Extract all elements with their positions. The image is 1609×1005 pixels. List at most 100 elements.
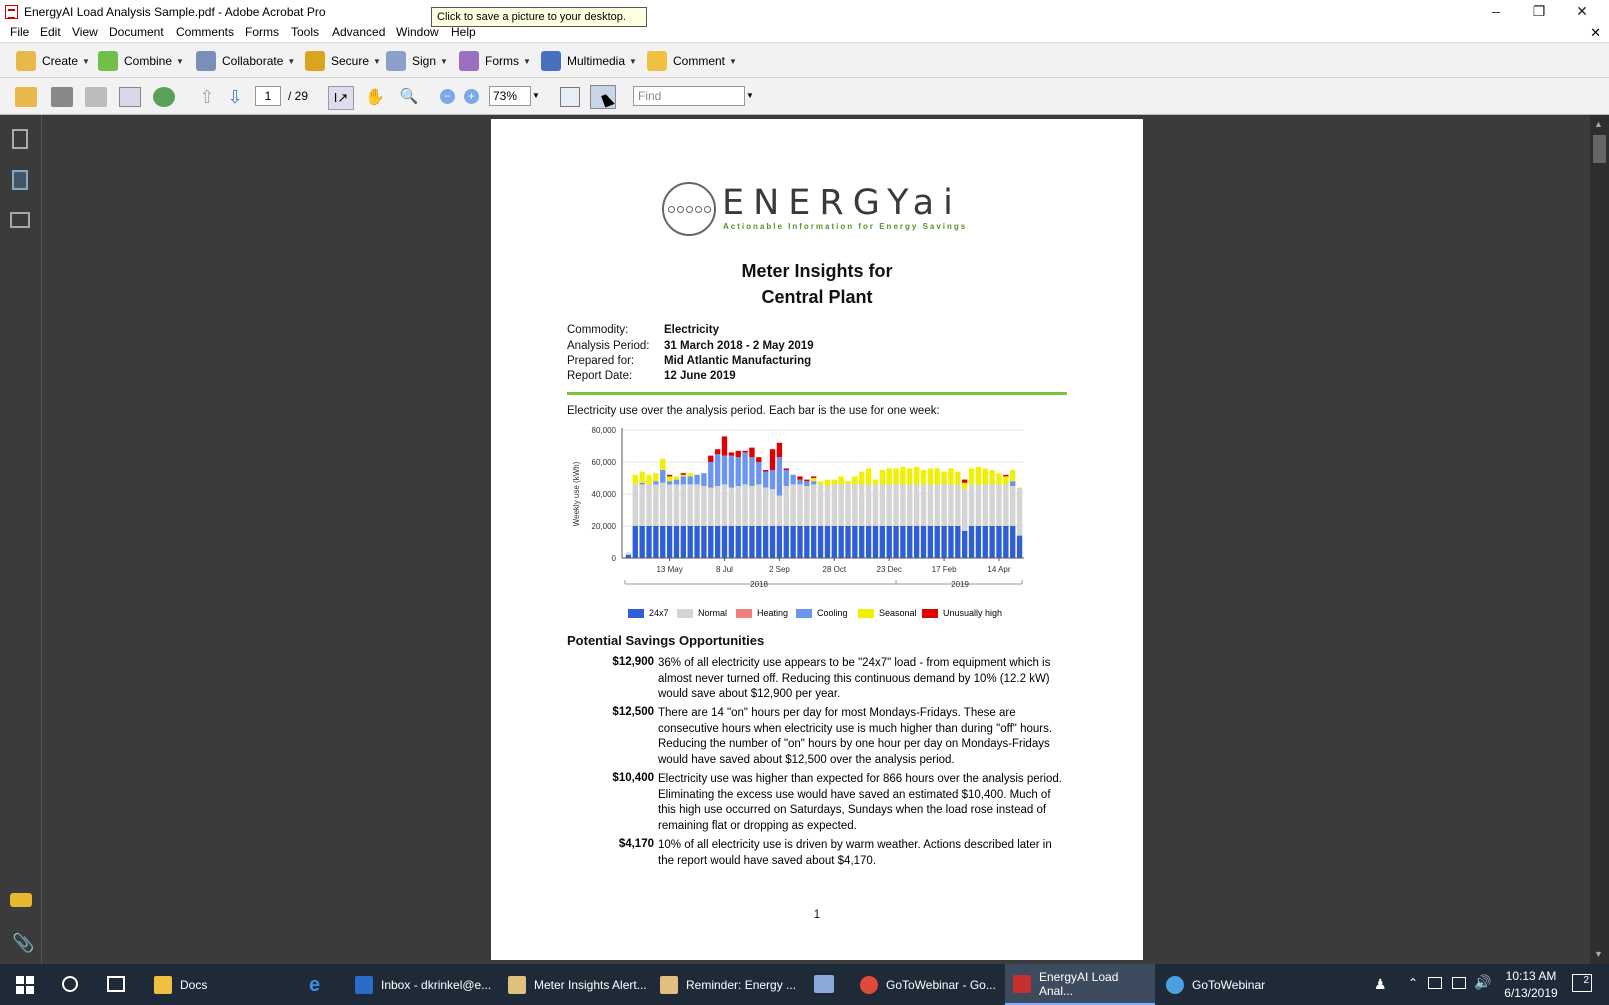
bar-24x7 xyxy=(982,526,988,558)
bar-normal xyxy=(920,484,927,526)
restore-button[interactable]: ❐ xyxy=(1524,3,1554,21)
taskbar-app-meter-insights[interactable]: Meter Insights Alert... xyxy=(500,964,650,1005)
comment-button[interactable]: Comment ▼ xyxy=(647,51,737,71)
print-icon[interactable] xyxy=(51,87,73,107)
bar-normal xyxy=(900,484,906,526)
menu-forms[interactable]: Forms xyxy=(245,25,279,39)
email-icon[interactable] xyxy=(119,87,141,107)
y-tick-label: 60,000 xyxy=(592,458,617,467)
menu-document[interactable]: Document xyxy=(109,25,164,39)
menu-help[interactable]: Help xyxy=(451,25,476,39)
bar-seasonal xyxy=(859,471,865,485)
open-folder-icon[interactable] xyxy=(15,87,37,107)
network-icon[interactable] xyxy=(1452,977,1466,989)
bar-normal xyxy=(701,486,707,526)
combine-button[interactable]: Combine ▼ xyxy=(98,51,184,71)
forms-button[interactable]: Forms ▼ xyxy=(459,51,531,71)
app-icon[interactable] xyxy=(814,975,834,993)
bar-normal xyxy=(927,484,934,526)
bar-normal xyxy=(1016,487,1023,536)
menu-bar: File Edit View Document Comments Forms T… xyxy=(0,24,1609,43)
notification-icon[interactable]: 2 xyxy=(1572,974,1592,992)
menu-comments[interactable]: Comments xyxy=(176,25,234,39)
bookmarks-icon[interactable] xyxy=(12,170,28,190)
clock-time[interactable]: 10:13 AM xyxy=(1500,969,1562,983)
zoom-tool-icon[interactable]: 🔍 xyxy=(398,87,420,107)
zoom-level-field[interactable]: 73% xyxy=(489,86,531,106)
bar-normal xyxy=(708,487,714,526)
find-dropdown-icon[interactable]: ▼ xyxy=(746,91,754,100)
secure-button[interactable]: Secure ▼ xyxy=(305,51,381,71)
save-icon[interactable] xyxy=(85,87,107,107)
report-title-line1: Meter Insights for xyxy=(741,261,893,281)
multimedia-button[interactable]: Multimedia ▼ xyxy=(541,51,637,71)
scroll-thumb[interactable] xyxy=(1593,135,1606,163)
pages-icon[interactable] xyxy=(12,129,28,149)
web-icon[interactable] xyxy=(153,87,175,107)
search-icon[interactable] xyxy=(62,976,78,992)
bar-cooling xyxy=(804,481,810,486)
bar-unusually-high xyxy=(797,476,803,480)
fit-page-icon[interactable] xyxy=(560,87,580,107)
sign-button[interactable]: Sign ▼ xyxy=(386,51,448,71)
clock-date[interactable]: 6/13/2019 xyxy=(1497,986,1565,1000)
bar-24x7 xyxy=(824,526,831,558)
meta-value: Electricity xyxy=(664,324,719,336)
document-close-icon[interactable]: ✕ xyxy=(1590,25,1601,41)
windows-taskbar: Docs e Inbox - dkrinkel@e... Meter Insig… xyxy=(0,964,1609,1005)
bar-normal xyxy=(728,487,735,526)
collaborate-button[interactable]: Collaborate ▼ xyxy=(196,51,295,71)
find-input[interactable]: Find xyxy=(633,86,745,106)
logo-tagline: Actionable Information for Energy Saving… xyxy=(723,222,968,231)
taskbar-app-outlook-inbox[interactable]: Inbox - dkrinkel@e... xyxy=(347,964,497,1005)
taskbar-app-reminder[interactable]: Reminder: Energy ... xyxy=(652,964,802,1005)
scroll-down-icon[interactable]: ▼ xyxy=(1594,949,1603,959)
battery-icon[interactable] xyxy=(1428,977,1442,989)
taskbar-app-docs[interactable]: Docs xyxy=(146,964,296,1005)
volume-icon[interactable]: 🔊 xyxy=(1474,974,1491,991)
bar-unusually-high xyxy=(769,449,776,470)
create-button[interactable]: Create ▼ xyxy=(16,51,90,71)
internet-explorer-icon[interactable]: e xyxy=(309,974,320,997)
comments-panel-icon[interactable] xyxy=(10,893,32,907)
previous-page-icon[interactable]: ⇧ xyxy=(196,87,218,107)
menu-edit[interactable]: Edit xyxy=(40,25,61,39)
taskbar-app-gotowebinar[interactable]: GoToWebinar xyxy=(1158,964,1308,1005)
task-view-icon[interactable] xyxy=(107,976,125,992)
bar-unusually-high xyxy=(666,474,673,477)
page-number-input[interactable]: 1 xyxy=(255,86,281,106)
bar-seasonal xyxy=(824,479,831,486)
bar-24x7 xyxy=(749,526,755,558)
bar-24x7 xyxy=(817,526,824,558)
menu-advanced[interactable]: Advanced xyxy=(332,25,385,39)
bar-seasonal xyxy=(975,466,982,485)
vertical-scrollbar[interactable]: ▲ ▼ xyxy=(1590,115,1609,964)
minimize-button[interactable]: – xyxy=(1481,3,1511,21)
bar-seasonal xyxy=(934,468,940,485)
menu-view[interactable]: View xyxy=(72,25,98,39)
menu-window[interactable]: Window xyxy=(396,25,439,39)
signatures-icon[interactable] xyxy=(10,212,30,228)
chevron-up-icon[interactable]: ⌃ xyxy=(1408,976,1418,990)
zoom-dropdown-icon[interactable]: ▼ xyxy=(532,91,540,100)
menu-tools[interactable]: Tools xyxy=(291,25,319,39)
menu-file[interactable]: File xyxy=(10,25,29,39)
next-page-icon[interactable]: ⇩ xyxy=(224,87,246,107)
scroll-up-icon[interactable]: ▲ xyxy=(1594,119,1603,129)
bar-normal xyxy=(893,484,899,526)
select-tool-icon[interactable]: I↗ xyxy=(328,86,354,110)
windows-start-icon[interactable] xyxy=(16,976,34,994)
people-icon[interactable]: ♟ xyxy=(1374,976,1387,993)
bar-normal xyxy=(653,484,659,526)
taskbar-app-chrome[interactable]: GoToWebinar - Go... xyxy=(852,964,1002,1005)
bar-unusually-high xyxy=(1003,474,1009,477)
zoom-in-icon[interactable]: + xyxy=(464,89,479,104)
bar-normal xyxy=(673,484,680,526)
bar-normal xyxy=(721,484,728,526)
attachment-icon[interactable]: 📎 xyxy=(12,933,34,954)
bar-unusually-high xyxy=(762,470,769,472)
close-button[interactable]: ✕ xyxy=(1567,3,1597,21)
zoom-out-icon[interactable]: − xyxy=(440,89,455,104)
hand-tool-icon[interactable]: ✋ xyxy=(364,87,386,107)
taskbar-app-acrobat[interactable]: EnergyAI Load Anal... xyxy=(1005,964,1155,1005)
